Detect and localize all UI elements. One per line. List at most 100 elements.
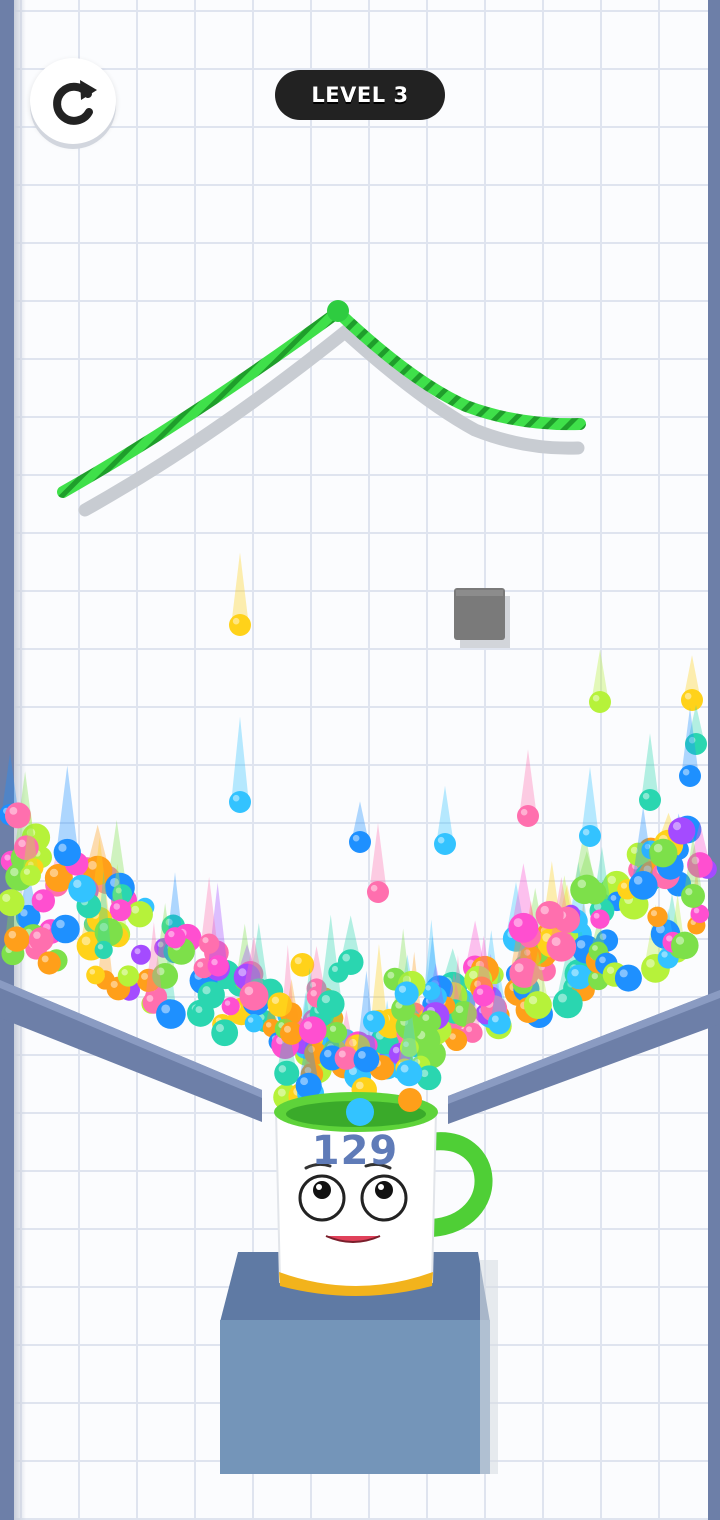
- ball: [546, 931, 577, 962]
- ball-highlight: [300, 1077, 309, 1086]
- ball-highlight: [387, 971, 395, 979]
- ball-highlight: [278, 1065, 287, 1073]
- ball-trail: [231, 716, 249, 802]
- ball-highlight: [23, 868, 31, 875]
- ball-highlight: [338, 1050, 346, 1058]
- ball: [316, 990, 345, 1018]
- ball-highlight: [202, 986, 211, 995]
- drawn-rope[interactable]: [57, 304, 586, 498]
- ball-highlight: [265, 1022, 272, 1028]
- ball: [367, 881, 389, 903]
- ball: [639, 789, 661, 811]
- ball: [418, 1010, 442, 1034]
- ball-highlight: [520, 808, 528, 816]
- ball-highlight: [232, 617, 240, 625]
- ball-highlight: [513, 918, 523, 928]
- ball-highlight: [370, 884, 378, 892]
- ball: [28, 927, 54, 952]
- ball-highlight: [168, 930, 175, 938]
- ball: [290, 952, 315, 977]
- ball-highlight: [653, 843, 663, 853]
- ball-highlight: [607, 875, 617, 885]
- ball-highlight: [514, 963, 524, 973]
- ball-highlight: [121, 969, 128, 976]
- cup-ball-counter: 129: [311, 1128, 399, 1174]
- ball: [552, 988, 583, 1019]
- ball-highlight: [675, 936, 685, 945]
- ball: [328, 962, 349, 983]
- ball: [353, 1046, 380, 1073]
- ball: [229, 614, 251, 636]
- ball-highlight: [466, 1026, 473, 1033]
- ball-highlight: [88, 860, 97, 870]
- ball-highlight: [321, 994, 331, 1004]
- ball-highlight: [324, 1049, 332, 1058]
- ball-highlight: [141, 972, 149, 980]
- obstacle-highlight: [456, 590, 503, 596]
- ball-highlight: [582, 828, 590, 836]
- ball-highlight: [576, 940, 586, 949]
- ball: [579, 825, 601, 847]
- ball-highlight: [491, 1015, 499, 1023]
- ball-highlight: [593, 912, 600, 919]
- ball: [567, 964, 592, 990]
- ball-highlight: [642, 792, 650, 800]
- ball-highlight: [56, 919, 65, 929]
- ball-highlight: [606, 966, 615, 974]
- ball-highlight: [528, 996, 538, 1005]
- ball-in-cup: [346, 1098, 374, 1126]
- ball-highlight: [342, 953, 351, 962]
- game-stage: 129 LEVEL 3: [0, 0, 720, 1520]
- ball-highlight: [398, 985, 407, 993]
- ball: [211, 1019, 239, 1047]
- ball-highlight: [592, 694, 600, 702]
- ball: [647, 906, 668, 927]
- ball-highlight: [666, 935, 673, 942]
- ball-highlight: [247, 1017, 254, 1023]
- ball-highlight: [592, 945, 598, 951]
- ball-highlight: [476, 988, 484, 995]
- ball-highlight: [277, 1088, 286, 1097]
- ball-highlight: [215, 1024, 224, 1033]
- ball: [648, 838, 678, 868]
- ball-highlight: [610, 895, 617, 901]
- ball: [679, 765, 701, 787]
- ball-highlight: [110, 980, 118, 988]
- ball-highlight: [131, 905, 140, 914]
- ball: [53, 838, 81, 867]
- ball: [244, 1014, 264, 1033]
- ball: [396, 1060, 423, 1087]
- ball-highlight: [619, 969, 628, 978]
- pedestal-front: [220, 1320, 490, 1474]
- ball: [20, 864, 41, 886]
- ball-highlight: [89, 968, 96, 975]
- ball-highlight: [400, 1064, 409, 1073]
- ball-highlight: [310, 989, 317, 997]
- ball-highlight: [146, 995, 154, 1002]
- ball-highlight: [73, 879, 82, 888]
- ball: [517, 805, 539, 827]
- restart-button[interactable]: [30, 58, 116, 144]
- ball-highlight: [18, 839, 26, 848]
- ball: [614, 964, 642, 992]
- ball: [274, 1060, 300, 1086]
- ball-highlight: [58, 843, 67, 852]
- ball: [86, 965, 105, 985]
- ball-highlight: [551, 937, 561, 947]
- ball-highlight: [294, 957, 302, 965]
- ball-highlight: [303, 1021, 313, 1030]
- ball-highlight: [10, 867, 19, 877]
- ball-highlight: [35, 893, 43, 901]
- play-field: [0, 300, 720, 1474]
- cup-handle: [421, 1132, 493, 1237]
- ball-highlight: [685, 888, 693, 896]
- ball-highlight: [161, 1004, 171, 1014]
- ball-highlight: [437, 836, 445, 844]
- ball-highlight: [650, 910, 658, 917]
- ball-highlight: [577, 879, 587, 889]
- ball-highlight: [682, 768, 690, 776]
- ball: [589, 691, 611, 713]
- ball-highlight: [49, 868, 59, 878]
- ball: [198, 933, 220, 954]
- ball-highlight: [202, 937, 209, 944]
